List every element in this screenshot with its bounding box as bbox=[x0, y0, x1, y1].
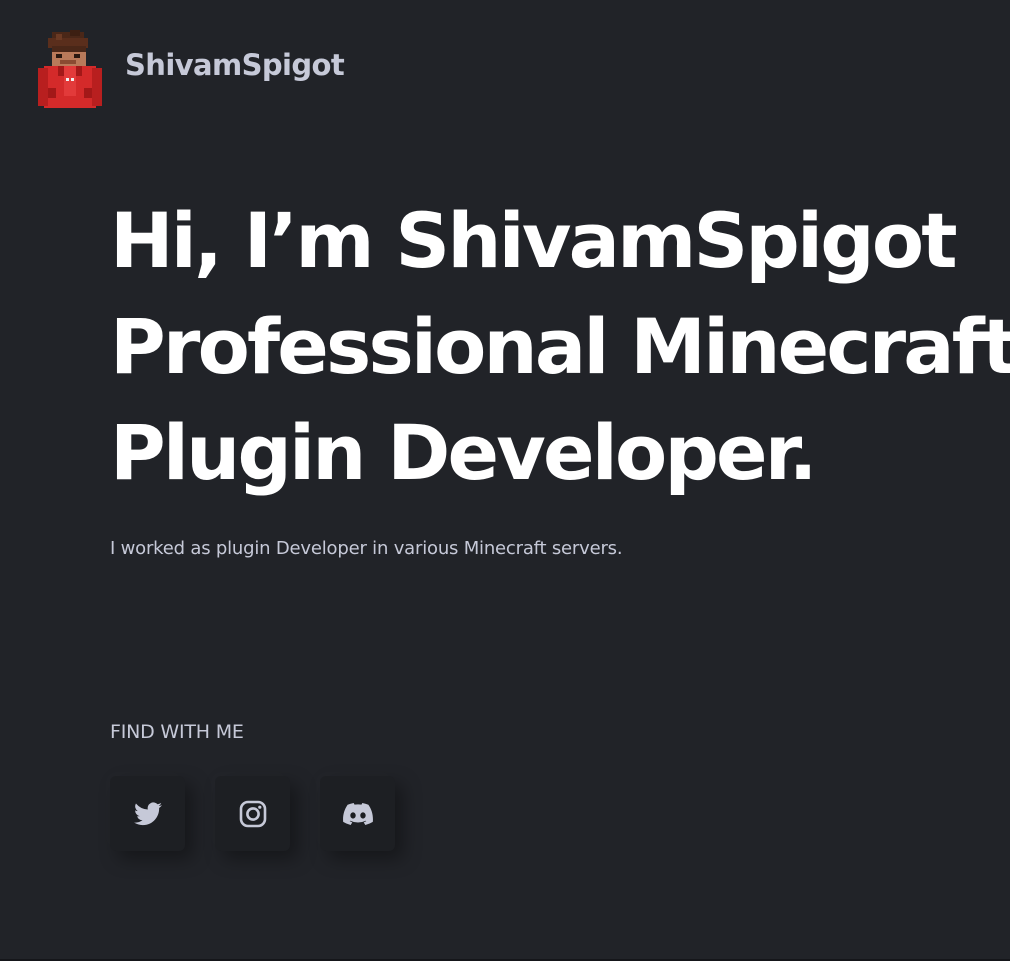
twitter-button[interactable] bbox=[110, 776, 185, 851]
social-section-title: FIND WITH ME bbox=[110, 721, 244, 743]
instagram-button[interactable] bbox=[215, 776, 290, 851]
hero-heading-line-3: Plugin Developer. bbox=[110, 408, 818, 497]
discord-icon bbox=[342, 802, 373, 825]
hero-section: Hi, I’m ShivamSpigot Professional Minecr… bbox=[110, 188, 1010, 506]
social-links bbox=[110, 776, 395, 851]
avatar[interactable] bbox=[36, 28, 104, 108]
hero-subtitle: I worked as plugin Developer in various … bbox=[110, 538, 623, 559]
brand-name[interactable]: ShivamSpigot bbox=[125, 48, 345, 82]
discord-button[interactable] bbox=[320, 776, 395, 851]
minecraft-skin-avatar-icon bbox=[38, 30, 102, 108]
twitter-icon bbox=[133, 801, 162, 825]
hero-heading-line-2: Professional Minecraft bbox=[110, 302, 1010, 391]
hero-heading-line-1: Hi, I’m ShivamSpigot bbox=[110, 196, 958, 285]
site-header: ShivamSpigot bbox=[36, 28, 345, 108]
hero-heading: Hi, I’m ShivamSpigot Professional Minecr… bbox=[110, 188, 1010, 506]
instagram-icon bbox=[239, 800, 266, 827]
